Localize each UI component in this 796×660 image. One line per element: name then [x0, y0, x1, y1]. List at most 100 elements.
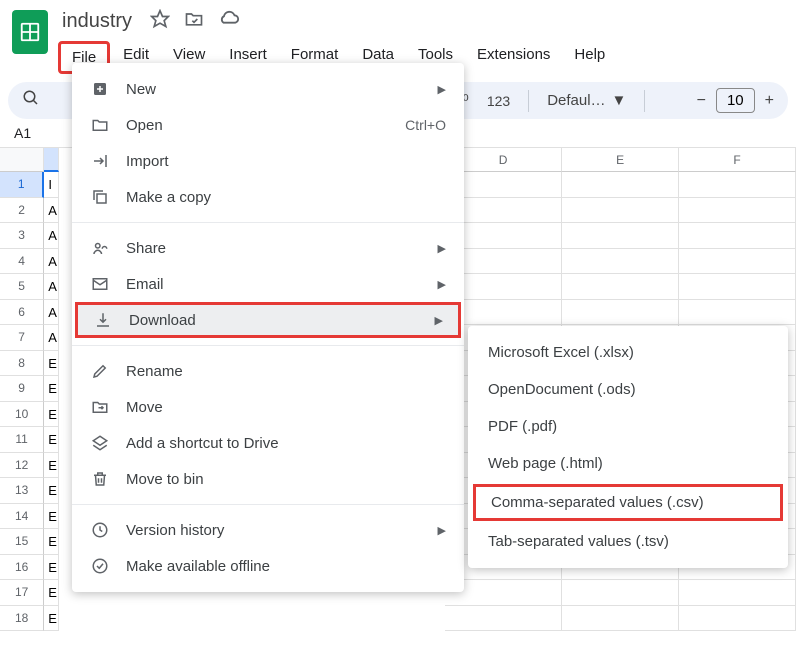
cloud-status-icon[interactable]: [218, 8, 240, 35]
font-size-input[interactable]: 10: [716, 88, 755, 113]
cell[interactable]: E: [44, 580, 59, 606]
cell[interactable]: [679, 300, 796, 326]
menu-item-import[interactable]: Import: [72, 143, 464, 179]
menu-item-download[interactable]: Download▶: [75, 302, 461, 338]
column-header[interactable]: [44, 148, 58, 172]
cell[interactable]: E: [44, 504, 59, 530]
menu-item-open[interactable]: OpenCtrl+O: [72, 107, 464, 143]
menu-item-make-copy[interactable]: Make a copy: [72, 179, 464, 215]
menu-item-rename[interactable]: Rename: [72, 353, 464, 389]
row-header[interactable]: 9: [0, 376, 44, 402]
star-icon[interactable]: [150, 9, 170, 34]
separator: [72, 345, 464, 346]
cell[interactable]: [679, 172, 796, 198]
row-header[interactable]: 17: [0, 580, 44, 606]
cell[interactable]: A: [44, 325, 59, 351]
cell[interactable]: A: [44, 198, 59, 224]
row-header[interactable]: 11: [0, 427, 44, 453]
row-header[interactable]: 18: [0, 606, 44, 632]
row-header[interactable]: 10: [0, 402, 44, 428]
move-folder-icon[interactable]: [184, 9, 204, 34]
row-header[interactable]: 15: [0, 529, 44, 555]
row-header[interactable]: 6: [0, 300, 44, 326]
cell[interactable]: E: [44, 402, 59, 428]
cell[interactable]: [679, 249, 796, 275]
cell[interactable]: E: [44, 427, 59, 453]
row-header[interactable]: 2: [0, 198, 44, 224]
cell[interactable]: E: [44, 453, 59, 479]
row-header[interactable]: 1: [0, 172, 44, 198]
cell[interactable]: [562, 198, 679, 224]
cell[interactable]: [445, 606, 562, 632]
menu-item-email[interactable]: Email▶: [72, 266, 464, 302]
cell[interactable]: [679, 223, 796, 249]
menu-extensions[interactable]: Extensions: [466, 41, 561, 74]
cell[interactable]: I: [44, 172, 59, 198]
document-title[interactable]: industry: [58, 8, 136, 35]
cell[interactable]: A: [44, 300, 59, 326]
row-header[interactable]: 4: [0, 249, 44, 275]
cell[interactable]: A: [44, 249, 59, 275]
column-header[interactable]: F: [679, 148, 796, 172]
column-header[interactable]: E: [562, 148, 679, 172]
cell[interactable]: [562, 300, 679, 326]
row-header[interactable]: 3: [0, 223, 44, 249]
menu-item-trash[interactable]: Move to bin: [72, 461, 464, 497]
select-all-corner[interactable]: [0, 148, 44, 172]
row-header[interactable]: 16: [0, 555, 44, 581]
separator: [72, 222, 464, 223]
cell[interactable]: [562, 223, 679, 249]
rename-icon: [90, 362, 110, 380]
row-header[interactable]: 5: [0, 274, 44, 300]
table-row: 18 E: [0, 606, 796, 632]
menu-item-add-shortcut[interactable]: Add a shortcut to Drive: [72, 425, 464, 461]
cell[interactable]: [679, 274, 796, 300]
submenu-item-tsv[interactable]: Tab-separated values (.tsv): [468, 523, 788, 560]
cell[interactable]: E: [44, 478, 59, 504]
cell[interactable]: [679, 198, 796, 224]
submenu-item-html[interactable]: Web page (.html): [468, 445, 788, 482]
cell[interactable]: E: [44, 351, 59, 377]
divider: [644, 90, 645, 112]
cell[interactable]: E: [44, 555, 59, 581]
decrease-font-icon[interactable]: −: [697, 92, 706, 110]
cell[interactable]: [679, 580, 796, 606]
increase-font-icon[interactable]: +: [765, 92, 774, 110]
cell[interactable]: [562, 606, 679, 632]
row-header[interactable]: 14: [0, 504, 44, 530]
cell[interactable]: [562, 580, 679, 606]
file-menu-dropdown: New▶ OpenCtrl+O Import Make a copy Share…: [72, 63, 464, 592]
cell[interactable]: A: [44, 274, 59, 300]
cell[interactable]: E: [44, 376, 59, 402]
row-header[interactable]: 7: [0, 325, 44, 351]
number-format[interactable]: 123: [487, 93, 510, 109]
menu-item-version-history[interactable]: Version history▶: [72, 512, 464, 548]
cell[interactable]: E: [44, 529, 59, 555]
cell[interactable]: [562, 172, 679, 198]
search-icon[interactable]: [22, 89, 40, 112]
submenu-item-xlsx[interactable]: Microsoft Excel (.xlsx): [468, 334, 788, 371]
menu-item-move[interactable]: Move: [72, 389, 464, 425]
move-icon: [90, 398, 110, 416]
download-icon: [93, 311, 113, 329]
menu-item-offline[interactable]: Make available offline: [72, 548, 464, 584]
menu-help[interactable]: Help: [563, 41, 616, 74]
cell[interactable]: E: [44, 606, 59, 632]
row-header[interactable]: 13: [0, 478, 44, 504]
row-header[interactable]: 8: [0, 351, 44, 377]
cell[interactable]: [562, 274, 679, 300]
cell[interactable]: A: [44, 223, 59, 249]
new-icon: [90, 80, 110, 98]
font-selector[interactable]: Defaul…▼: [547, 92, 626, 109]
menu-item-new[interactable]: New▶: [72, 71, 464, 107]
menu-item-share[interactable]: Share▶: [72, 230, 464, 266]
submenu-item-pdf[interactable]: PDF (.pdf): [468, 408, 788, 445]
sheets-logo-icon[interactable]: [12, 10, 48, 54]
cell[interactable]: [562, 249, 679, 275]
submenu-arrow-icon: ▶: [435, 314, 443, 327]
submenu-item-csv[interactable]: Comma-separated values (.csv): [473, 484, 783, 521]
row-header[interactable]: 12: [0, 453, 44, 479]
caret-down-icon: ▼: [612, 92, 627, 109]
submenu-item-ods[interactable]: OpenDocument (.ods): [468, 371, 788, 408]
cell[interactable]: [679, 606, 796, 632]
